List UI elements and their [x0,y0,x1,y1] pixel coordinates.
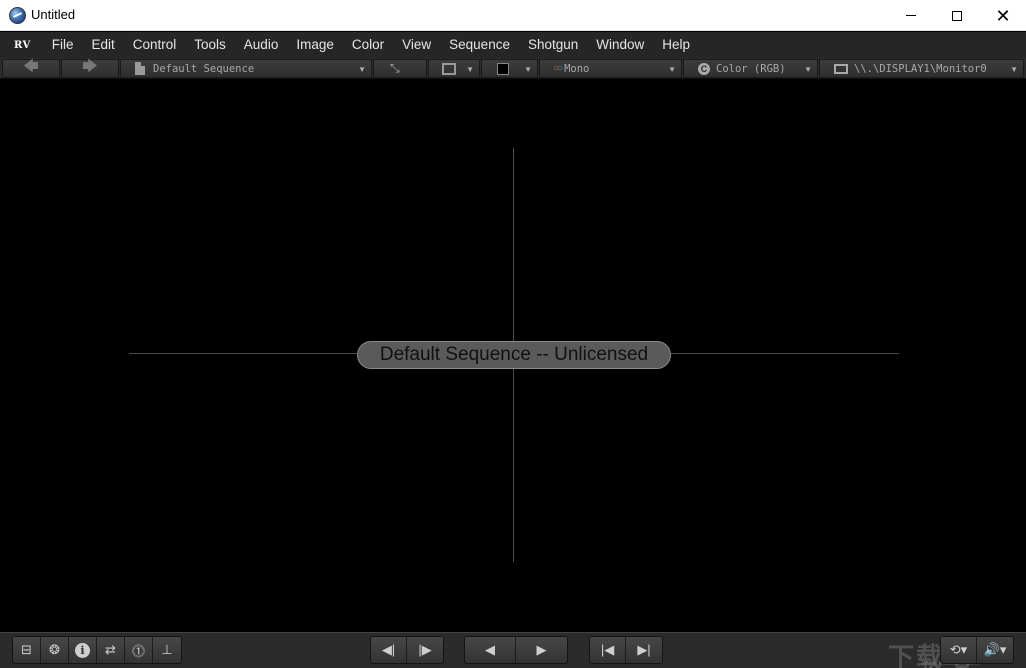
maximize-button[interactable] [934,0,980,31]
chevron-down-icon: ▼ [466,65,474,74]
step-buttons-group: ◀| |▶ [370,636,444,664]
annotate-button[interactable]: ⓵ [125,637,153,663]
jump-buttons-group: |◀ ▶| [589,636,663,664]
tool-buttons-group: ⊟ ❂ i ⇄ ⓵ ⊥ [12,636,182,664]
menu-file[interactable]: File [43,32,83,58]
menu-color[interactable]: Color [343,32,393,58]
stereo-icon: ○○ [553,63,563,74]
sequence-select[interactable]: Default Sequence ▼ [120,59,372,78]
back-button[interactable]: 🡄 [2,58,60,78]
session-manager-icon: ⊟ [21,642,32,657]
minimize-icon [906,15,916,16]
step-forward-button[interactable]: |▶ [407,637,443,663]
sequence-select-value: Default Sequence [153,62,255,75]
chevron-down-icon: ▼ [358,65,366,74]
fit-view-icon: ⤡ [390,61,400,75]
volume-button[interactable]: 🔊▾ [977,637,1013,663]
jump-start-button[interactable]: |◀ [590,637,626,663]
bottom-bar: ⊟ ❂ i ⇄ ⓵ ⊥ ◀| |▶ ◀ ▶ |◀ ▶| 下载吧 www.xiaz… [0,632,1026,668]
play-backward-icon: ◀ [485,642,495,657]
chevron-down-icon: ▼ [804,65,812,74]
menu-image[interactable]: Image [287,32,343,58]
color-wheel-icon: ❂ [49,642,60,657]
menu-sequence[interactable]: Sequence [440,32,519,58]
display-select-value: \\.\DISPLAY1\Monitor0 [854,62,987,75]
volume-icon: 🔊▾ [983,642,1007,657]
chevron-down-icon: ▼ [524,65,532,74]
session-manager-button[interactable]: ⊟ [13,637,41,663]
menu-bar: RV File Edit Control Tools Audio Image C… [0,32,1026,58]
stereo-select[interactable]: ○○ Mono ▼ [539,59,682,78]
minimize-button[interactable] [888,0,934,31]
close-button[interactable]: ✕ [980,0,1026,31]
menu-view[interactable]: View [393,32,440,58]
chevron-down-icon: ▼ [1010,65,1018,74]
timeline-button[interactable]: ⊥ [153,637,181,663]
menu-shotgun[interactable]: Shotgun [519,32,587,58]
play-forward-button[interactable]: ▶ [516,637,567,663]
sequence-status-label: Default Sequence -- Unlicensed [357,341,671,369]
maximize-icon [952,10,962,21]
arrow-left-icon: 🡄 [23,58,39,75]
jump-end-button[interactable]: ▶| [626,637,662,663]
title-bar: Untitled ✕ [0,0,1026,31]
color-select[interactable]: C Color (RGB) ▼ [683,59,818,78]
step-forward-icon: |▶ [418,642,432,657]
color-wheel-button[interactable]: ❂ [41,637,69,663]
image-viewer[interactable]: Default Sequence -- Unlicensed [1,80,1025,632]
arrow-right-icon: 🡆 [82,58,98,75]
display-select[interactable]: \\.\DISPLAY1\Monitor0 ▼ [819,59,1024,78]
menu-tools[interactable]: Tools [185,32,235,58]
jump-end-icon: ▶| [637,642,651,657]
step-back-icon: ◀| [381,642,396,657]
menu-help[interactable]: Help [653,32,699,58]
swap-icon: ⇄ [105,642,116,657]
play-buttons-group: ◀ ▶ [464,636,568,664]
menu-edit[interactable]: Edit [82,32,123,58]
fit-button[interactable]: ⤡ [373,59,427,78]
rv-app-icon [9,7,26,24]
color-mode-icon: C [698,62,710,75]
timeline-icon: ⊥ [161,642,173,657]
frame-select[interactable]: ▼ [428,59,480,78]
background-color-select[interactable]: ▼ [481,59,538,78]
step-back-button[interactable]: ◀| [371,637,407,663]
close-icon: ✕ [995,5,1011,26]
color-select-value: Color (RGB) [716,62,786,75]
menu-audio[interactable]: Audio [235,32,288,58]
loop-mode-icon: ⟲▾ [949,642,968,657]
playback-options-group: ⟲▾ 🔊▾ [940,636,1014,664]
play-backward-button[interactable]: ◀ [465,637,516,663]
play-forward-icon: ▶ [536,642,547,657]
chevron-down-icon: ▼ [668,65,676,74]
menu-control[interactable]: Control [124,32,186,58]
monitor-icon [834,63,848,74]
color-swatch-icon [497,62,509,75]
loop-mode-button[interactable]: ⟲▾ [941,637,977,663]
jump-start-icon: |◀ [600,642,615,657]
swap-button[interactable]: ⇄ [97,637,125,663]
menu-window[interactable]: Window [587,32,653,58]
rv-logo[interactable]: RV [14,40,31,51]
annotate-icon: ⓵ [131,643,145,659]
window-title: Untitled [31,7,76,22]
document-icon [135,62,145,75]
info-icon: i [75,642,90,658]
frame-icon [442,62,456,75]
forward-button[interactable]: 🡆 [61,58,119,78]
info-button[interactable]: i [69,637,97,663]
toolbar: 🡄 🡆 Default Sequence ▼ ⤡ ▼ ▼ ○○ Mono ▼ C… [0,58,1026,79]
stereo-select-value: Mono [564,62,590,75]
